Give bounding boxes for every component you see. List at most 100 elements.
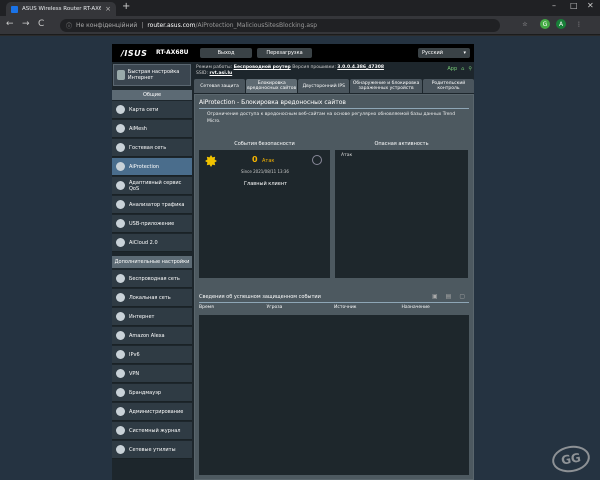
menu-icon[interactable]: ⋮ bbox=[574, 19, 584, 29]
activity-title: Опасная активность bbox=[374, 141, 429, 147]
tab-infected-devices[interactable]: Обнаружение и блокировка зараженных устр… bbox=[350, 79, 422, 93]
table-actions: ▣ ▤ ▢ bbox=[432, 293, 465, 300]
model-name: RT-AX68U bbox=[156, 49, 189, 56]
events-table-title: Сведения об успешном защищенном событии bbox=[199, 294, 321, 300]
traffic-icon bbox=[116, 200, 125, 209]
trash-icon[interactable]: ▤ bbox=[446, 293, 452, 300]
sidebar-item-guest-network[interactable]: Гостевая сеть bbox=[112, 139, 192, 157]
attack-count: 0 bbox=[252, 155, 258, 164]
tab-bar: Сетевая защита Блокировка вредоносных са… bbox=[194, 79, 474, 93]
firewall-icon bbox=[116, 388, 125, 397]
sidebar-item-aicloud[interactable]: AiCloud 2.0 bbox=[112, 234, 192, 252]
app-icon[interactable]: App bbox=[447, 66, 457, 72]
browser-tabstrip: ASUS Wireless Router RT-AX68... × + – □ … bbox=[0, 0, 600, 16]
sidebar-item-administration[interactable]: Администрирование bbox=[112, 403, 192, 421]
cloud-icon bbox=[116, 238, 125, 247]
url-path: /AiProtection_MaliciousSitesBlocking.asp bbox=[195, 22, 318, 29]
router-ui: /ISUS RT-AX68U Выход Перезагрузка Русски… bbox=[112, 44, 474, 480]
logout-button[interactable]: Выход bbox=[200, 48, 252, 58]
divider bbox=[199, 108, 469, 109]
tab-title: ASUS Wireless Router RT-AX68... bbox=[22, 6, 102, 12]
table-header: Время Угроза Источник Назначение bbox=[199, 305, 469, 314]
dangerous-activity-box: Атак bbox=[335, 150, 468, 278]
col-destination: Назначение bbox=[401, 305, 430, 310]
shield-icon bbox=[116, 162, 125, 171]
tools-icon bbox=[116, 445, 125, 454]
wireless-icon bbox=[116, 274, 125, 283]
sidebar-item-qos[interactable]: Адаптивный сервис QoS bbox=[112, 177, 192, 195]
router-topbar: /ISUS RT-AX68U Выход Перезагрузка Русски… bbox=[112, 44, 474, 62]
history-icon[interactable] bbox=[312, 155, 322, 165]
sidebar-item-lan[interactable]: Локальная сеть bbox=[112, 289, 192, 307]
sidebar-item-system-log[interactable]: Системный журнал bbox=[112, 422, 192, 440]
asus-logo: /ISUS bbox=[121, 49, 148, 58]
close-window-icon[interactable]: ✕ bbox=[587, 1, 594, 10]
sidebar-item-usb[interactable]: USB-приложение bbox=[112, 215, 192, 233]
browser-tab[interactable]: ASUS Wireless Router RT-AX68... × bbox=[6, 2, 116, 16]
reboot-button[interactable]: Перезагрузка bbox=[257, 48, 312, 58]
top-client-label: Главный клиент bbox=[244, 181, 288, 187]
save-icon[interactable]: ▣ bbox=[432, 293, 438, 300]
tab-network-protection[interactable]: Сетевая защита bbox=[194, 79, 246, 93]
sidebar-item-wireless[interactable]: Беспроводная сеть bbox=[112, 270, 192, 288]
extension-icon[interactable]: G bbox=[540, 19, 550, 29]
tab-malicious-sites[interactable]: Блокировка вредоносных сайтов bbox=[246, 79, 298, 93]
alexa-icon bbox=[116, 331, 125, 340]
qos-icon bbox=[116, 181, 125, 190]
security-events-box: 0 Атак Since 2021/08/11 13:36 Главный кл… bbox=[199, 150, 330, 278]
sidebar-item-vpn[interactable]: VPN bbox=[112, 365, 192, 383]
avatar[interactable]: A bbox=[556, 19, 566, 29]
network-map-icon bbox=[116, 105, 125, 114]
operation-mode-link[interactable]: Беспроводной роутер bbox=[234, 65, 291, 70]
tab-parental-controls[interactable]: Родительский контроль bbox=[422, 79, 474, 93]
quick-setup-button[interactable]: Быстрая настройка Интернет bbox=[113, 64, 191, 86]
network-status-icon[interactable]: ⌂ bbox=[461, 66, 464, 72]
sidebar-item-firewall[interactable]: Брандмауэр bbox=[112, 384, 192, 402]
since-timestamp: Since 2021/08/11 13:36 bbox=[241, 169, 289, 174]
content-panel: AiProtection - Блокировка вредоносных са… bbox=[194, 94, 474, 480]
usb-status-icon[interactable]: ⚲ bbox=[468, 66, 472, 72]
info-icon[interactable]: ⓘ bbox=[66, 21, 72, 30]
sidebar-item-network-map[interactable]: Карта сети bbox=[112, 101, 192, 119]
wizard-icon bbox=[117, 70, 125, 80]
chevron-down-icon: ▾ bbox=[463, 50, 466, 56]
url-field[interactable]: ⓘ Не конфіденційний | router.asus.com/Ai… bbox=[60, 19, 500, 32]
sidebar-item-aimesh[interactable]: AiMesh bbox=[112, 120, 192, 138]
col-threat: Угроза bbox=[266, 305, 283, 310]
back-button[interactable]: ← bbox=[6, 19, 14, 29]
forward-button[interactable]: → bbox=[22, 19, 30, 29]
address-bar-row: ← → C ⓘ Не конфіденційний | router.asus.… bbox=[0, 16, 600, 35]
sidebar-item-traffic-analyzer[interactable]: Анализатор трафика bbox=[112, 196, 192, 214]
minimize-icon[interactable]: – bbox=[552, 1, 556, 10]
security-label: Не конфіденційний bbox=[76, 22, 138, 29]
badge-icon bbox=[205, 155, 217, 167]
refresh-icon[interactable]: ▢ bbox=[459, 293, 465, 300]
watermark-logo: GG bbox=[550, 442, 592, 476]
tab-ips[interactable]: Двусторонний IPS bbox=[298, 79, 350, 93]
vpn-icon bbox=[116, 369, 125, 378]
close-tab-icon[interactable]: × bbox=[105, 5, 111, 13]
guest-network-icon bbox=[116, 143, 125, 152]
new-tab-button[interactable]: + bbox=[122, 2, 130, 12]
firmware-link[interactable]: 3.0.0.4.386_47308 bbox=[337, 65, 384, 70]
sidebar-item-ipv6[interactable]: IPv6 bbox=[112, 346, 192, 364]
sidebar-item-alexa[interactable]: Amazon Alexa bbox=[112, 327, 192, 345]
sidebar-item-wan[interactable]: Интернет bbox=[112, 308, 192, 326]
sidebar-item-network-tools[interactable]: Сетевые утилиты bbox=[112, 441, 192, 459]
col-source: Источник bbox=[334, 305, 357, 310]
log-icon bbox=[116, 426, 125, 435]
activity-label: Атак bbox=[341, 153, 353, 158]
page-title: AiProtection - Блокировка вредоносных са… bbox=[199, 99, 346, 106]
ssid-link[interactable]: rvt.asi.lu bbox=[209, 71, 232, 76]
admin-icon bbox=[116, 407, 125, 416]
star-icon[interactable]: ☆ bbox=[520, 19, 530, 29]
description: Ограничение доступа к вредоносным веб-са… bbox=[207, 112, 456, 124]
events-title: События безопасности bbox=[234, 141, 295, 147]
maximize-icon[interactable]: □ bbox=[570, 1, 578, 10]
status-bar: Режим работы: Беспроводной роутер Версия… bbox=[196, 65, 472, 76]
language-select[interactable]: Русский ▾ bbox=[418, 48, 470, 58]
reload-button[interactable]: C bbox=[38, 19, 44, 29]
sidebar-item-aiprotection[interactable]: AiProtection bbox=[112, 158, 192, 176]
sidebar: Быстрая настройка Интернет Общие Карта с… bbox=[112, 64, 192, 480]
ipv6-icon bbox=[116, 350, 125, 359]
